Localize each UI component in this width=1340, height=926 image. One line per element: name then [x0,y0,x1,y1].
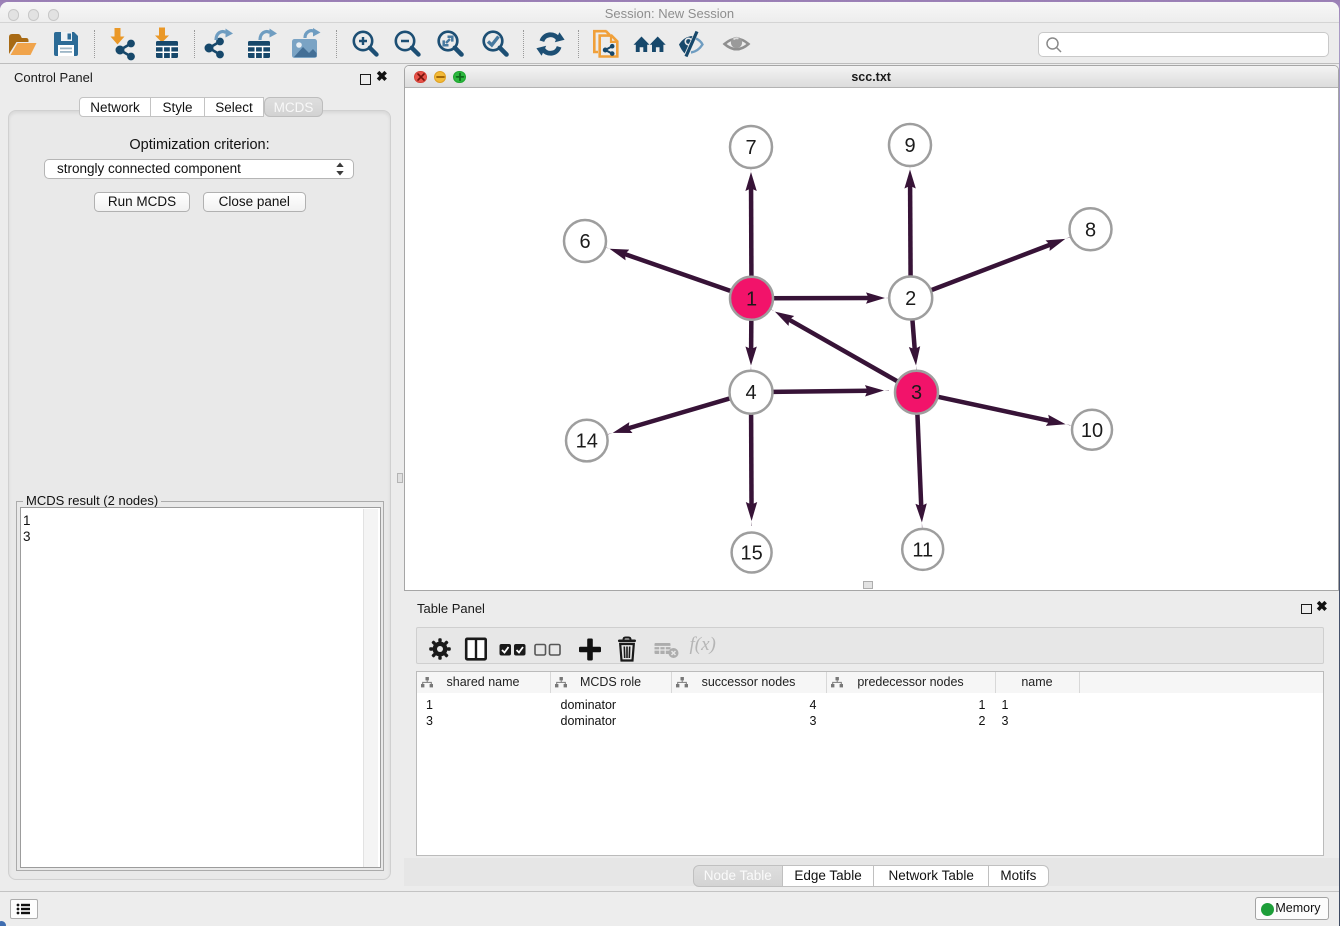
svg-text:9: 9 [904,135,915,157]
svg-text:2: 2 [905,288,916,310]
svg-text:1: 1 [745,288,756,310]
svg-text:10: 10 [1080,420,1102,442]
svg-text:6: 6 [579,231,590,253]
svg-text:11: 11 [912,539,933,561]
svg-text:8: 8 [1084,219,1095,241]
svg-text:14: 14 [575,431,597,453]
svg-text:15: 15 [740,543,762,565]
svg-text:4: 4 [745,382,756,404]
svg-text:3: 3 [910,382,921,404]
svg-text:7: 7 [745,137,756,159]
